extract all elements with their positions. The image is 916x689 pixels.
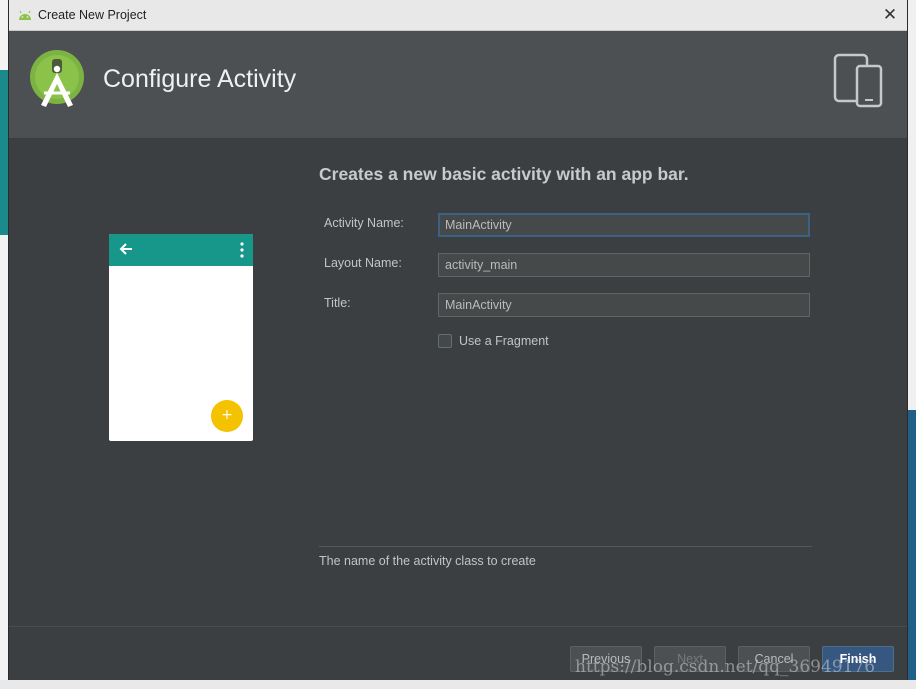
android-icon [19,10,31,20]
layout-name-field[interactable]: activity_main [438,253,810,277]
android-studio-logo-icon [30,50,84,107]
template-description: Creates a new basic activity with an app… [319,164,689,184]
activity-preview: + [109,234,253,441]
field-hint: The name of the activity class to create [319,554,536,568]
background-taskbar-strip [0,680,916,689]
background-app-fragment [0,70,8,235]
dialog-titlebar: Create New Project ✕ [9,0,907,31]
overflow-menu-icon [240,242,244,258]
title-label: Title: [324,296,351,310]
preview-app-bar [109,234,253,266]
wizard-header: Configure Activity [9,31,907,139]
use-fragment-checkbox[interactable] [438,334,452,348]
background-app-fragment [908,410,916,689]
dialog-title: Create New Project [38,8,147,22]
background-window-left [0,0,8,689]
watermark: https://blog.csdn.net/qq_36949176 [575,657,876,677]
layout-name-label: Layout Name: [324,256,402,270]
use-fragment-label[interactable]: Use a Fragment [459,334,549,348]
arrow-back-icon [119,243,132,255]
phone-tablet-icon [833,53,883,108]
background-window-right [908,0,916,689]
divider [319,546,812,547]
create-project-dialog: Create New Project ✕ Configure Activity [8,0,908,680]
close-icon[interactable]: ✕ [879,4,901,26]
activity-name-field[interactable]: MainActivity [438,213,810,237]
title-field[interactable]: MainActivity [438,293,810,317]
page-title: Configure Activity [103,65,297,93]
activity-name-label: Activity Name: [324,216,404,230]
footer-divider [9,626,907,627]
floating-action-button-icon: + [211,400,243,432]
